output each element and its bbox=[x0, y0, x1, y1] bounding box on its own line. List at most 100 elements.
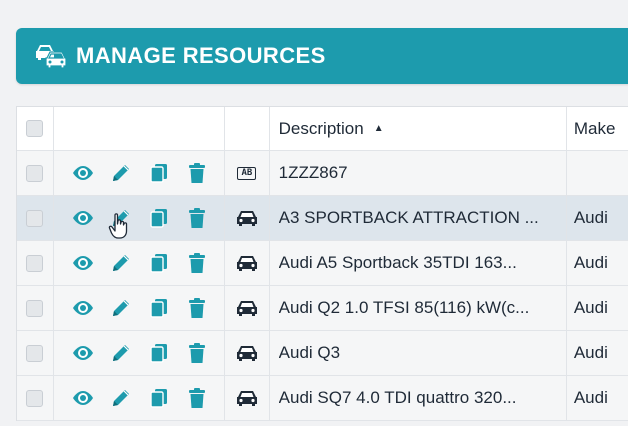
header-select-cell bbox=[17, 107, 54, 150]
view-button[interactable] bbox=[64, 384, 102, 412]
column-header-description[interactable]: Description ▲ bbox=[270, 107, 567, 150]
row-make-cell: Audi bbox=[567, 286, 628, 330]
row-select-cell bbox=[17, 331, 54, 375]
trash-icon bbox=[188, 208, 205, 228]
delete-button[interactable] bbox=[178, 294, 216, 322]
row-description: A3 SPORTBACK ATTRACTION ... bbox=[278, 208, 539, 227]
view-button[interactable] bbox=[64, 294, 102, 322]
row-make-cell: Audi bbox=[567, 331, 628, 375]
column-header-description-label: Description bbox=[278, 118, 364, 138]
table-row[interactable]: Audi Q3 Audi bbox=[17, 331, 628, 376]
row-select-cell bbox=[17, 286, 54, 330]
row-make-cell: Audi bbox=[567, 376, 628, 420]
row-description-cell: 1ZZZ867 bbox=[270, 151, 567, 195]
delete-button[interactable] bbox=[178, 204, 216, 232]
row-type-cell: AB bbox=[225, 151, 270, 195]
copy-icon bbox=[149, 299, 167, 318]
copy-icon bbox=[149, 389, 167, 408]
row-description-cell: A3 SPORTBACK ATTRACTION ... bbox=[270, 196, 567, 240]
row-actions-cell bbox=[54, 241, 226, 285]
car-icon bbox=[236, 256, 257, 271]
row-make-cell: Audi bbox=[567, 196, 628, 240]
table-row[interactable]: Audi Q2 1.0 TFSI 85(116) kW(c... Audi bbox=[17, 286, 628, 331]
car-icon bbox=[236, 211, 257, 226]
row-make: Audi bbox=[573, 208, 608, 227]
row-checkbox[interactable] bbox=[26, 389, 44, 407]
duplicate-button[interactable] bbox=[140, 294, 178, 322]
page: MANAGE RESOURCES Description ▲ Make AB 1… bbox=[0, 0, 628, 426]
row-checkbox[interactable] bbox=[26, 209, 44, 227]
header-actions-cell bbox=[54, 107, 226, 150]
eye-icon bbox=[72, 346, 93, 360]
duplicate-button[interactable] bbox=[140, 249, 178, 277]
delete-button[interactable] bbox=[178, 339, 216, 367]
row-checkbox[interactable] bbox=[26, 344, 44, 362]
eye-icon bbox=[72, 256, 93, 270]
row-select-cell bbox=[17, 241, 54, 285]
duplicate-button[interactable] bbox=[140, 339, 178, 367]
row-actions-cell bbox=[54, 376, 226, 420]
view-button[interactable] bbox=[64, 249, 102, 277]
row-type-cell bbox=[225, 286, 270, 330]
row-make: Audi bbox=[573, 253, 608, 272]
row-make-cell: Audi bbox=[567, 241, 628, 285]
delete-button[interactable] bbox=[178, 384, 216, 412]
row-make: Audi bbox=[573, 343, 608, 362]
edit-button[interactable] bbox=[102, 339, 140, 367]
copy-icon bbox=[149, 209, 167, 228]
page-header: MANAGE RESOURCES bbox=[16, 28, 628, 84]
trash-icon bbox=[188, 343, 205, 363]
row-description-cell: Audi SQ7 4.0 TDI quattro 320... bbox=[270, 376, 567, 420]
row-description: Audi Q3 bbox=[278, 343, 341, 362]
eye-icon bbox=[72, 391, 93, 405]
view-button[interactable] bbox=[64, 159, 102, 187]
table-row[interactable]: Audi A5 Sportback 35TDI 163... Audi bbox=[17, 241, 628, 286]
view-button[interactable] bbox=[64, 339, 102, 367]
pencil-icon bbox=[112, 345, 129, 361]
copy-icon bbox=[149, 164, 167, 183]
row-description: Audi Q2 1.0 TFSI 85(116) kW(c... bbox=[278, 298, 530, 317]
edit-button[interactable] bbox=[102, 384, 140, 412]
row-description: 1ZZZ867 bbox=[278, 163, 348, 182]
trash-icon bbox=[188, 163, 205, 183]
eye-icon bbox=[72, 211, 93, 225]
edit-button[interactable] bbox=[102, 294, 140, 322]
edit-button[interactable] bbox=[102, 159, 140, 187]
car-icon bbox=[236, 346, 257, 361]
copy-icon bbox=[149, 254, 167, 273]
eye-icon bbox=[72, 301, 93, 315]
sort-ascending-icon: ▲ bbox=[373, 123, 384, 134]
row-actions-cell bbox=[54, 331, 226, 375]
edit-button[interactable] bbox=[102, 249, 140, 277]
car-icon bbox=[236, 391, 257, 406]
row-checkbox[interactable] bbox=[26, 164, 44, 182]
eye-icon bbox=[72, 166, 93, 180]
car-icon bbox=[236, 301, 257, 316]
delete-button[interactable] bbox=[178, 159, 216, 187]
row-select-cell bbox=[17, 151, 54, 195]
row-make: Audi bbox=[573, 388, 608, 407]
pencil-icon bbox=[112, 300, 129, 316]
table-row[interactable]: Audi SQ7 4.0 TDI quattro 320... Audi bbox=[17, 376, 628, 421]
column-header-make[interactable]: Make bbox=[567, 107, 628, 150]
duplicate-button[interactable] bbox=[140, 204, 178, 232]
row-type-cell bbox=[225, 376, 270, 420]
resources-table: Description ▲ Make AB 1ZZZ867 A3 SPORTBA… bbox=[16, 106, 628, 421]
column-header-make-label: Make bbox=[573, 118, 616, 138]
select-all-checkbox[interactable] bbox=[26, 120, 44, 137]
table-row[interactable]: AB 1ZZZ867 bbox=[17, 151, 628, 196]
page-title: MANAGE RESOURCES bbox=[76, 43, 326, 68]
row-description-cell: Audi A5 Sportback 35TDI 163... bbox=[270, 241, 567, 285]
duplicate-button[interactable] bbox=[140, 159, 178, 187]
row-description-cell: Audi Q2 1.0 TFSI 85(116) kW(c... bbox=[270, 286, 567, 330]
delete-button[interactable] bbox=[178, 249, 216, 277]
copy-icon bbox=[149, 344, 167, 363]
view-button[interactable] bbox=[64, 204, 102, 232]
row-checkbox[interactable] bbox=[26, 299, 44, 317]
row-checkbox[interactable] bbox=[26, 254, 44, 272]
mouse-cursor-hand-icon bbox=[108, 213, 128, 239]
duplicate-button[interactable] bbox=[140, 384, 178, 412]
row-actions-cell bbox=[54, 196, 226, 240]
pencil-icon bbox=[112, 390, 129, 406]
row-make: Audi bbox=[573, 298, 608, 317]
